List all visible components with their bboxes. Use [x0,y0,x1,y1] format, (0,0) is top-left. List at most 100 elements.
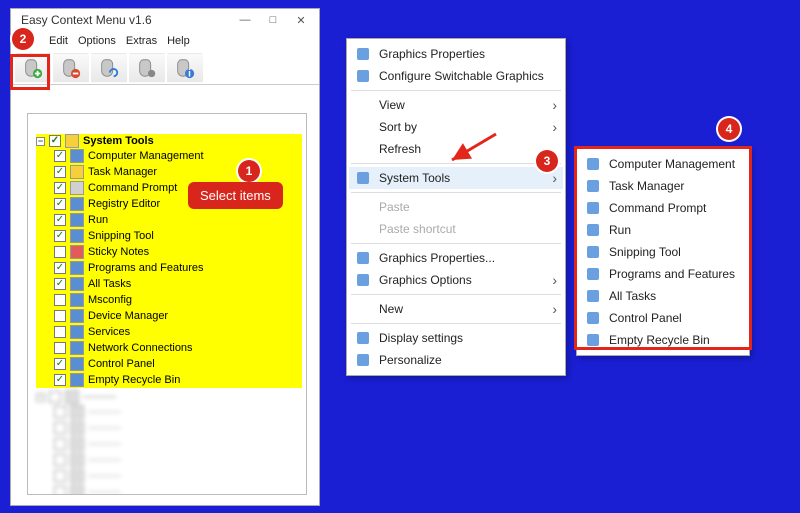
close-button[interactable]: ✕ [287,10,315,30]
item-checkbox[interactable] [54,326,66,338]
submenu-label: Empty Recycle Bin [609,333,741,347]
submenu-icon [585,332,601,348]
item-checkbox[interactable] [54,198,66,210]
ctx-item[interactable]: Configure Switchable Graphics [349,65,563,87]
ctx-item[interactable]: Graphics Properties... [349,247,563,269]
ctx-item[interactable]: Personalize [349,349,563,371]
tree-item-blurred: ——— [54,452,302,468]
item-checkbox[interactable] [54,374,66,386]
toolbar-refresh-button[interactable] [91,53,127,83]
tree-panel[interactable]: − System Tools Computer ManagementTask M… [27,113,307,495]
tree-item[interactable]: Computer Management [54,148,302,164]
ctx-item[interactable]: Display settings [349,327,563,349]
tree-item[interactable]: Network Connections [54,340,302,356]
ctx-item: Paste [349,196,563,218]
tree-item[interactable]: Snipping Tool [54,228,302,244]
item-checkbox[interactable] [54,214,66,226]
submenu-icon [585,200,601,216]
toolbar-apply-button[interactable] [15,53,51,83]
ctx-label: Graphics Properties... [379,251,557,265]
titlebar: Easy Context Menu v1.6 — □ ✕ [11,9,319,31]
tree-item[interactable]: Services [54,324,302,340]
ctx-icon [355,46,371,62]
submenu-item[interactable]: Empty Recycle Bin [579,329,747,351]
menu-edit[interactable]: Edit [49,35,68,47]
item-icon [70,309,84,323]
ctx-label: View [379,98,544,112]
ctx-item[interactable]: View [349,94,563,116]
annotation-tooltip: Select items [188,182,283,209]
submenu-item[interactable]: Computer Management [579,153,747,175]
tree-item[interactable]: Device Manager [54,308,302,324]
item-checkbox[interactable] [54,294,66,306]
item-icon [70,181,84,195]
group-system-tools-head[interactable]: − System Tools [36,134,302,148]
annotation-badge-1: 1 [238,160,260,182]
item-checkbox[interactable] [54,246,66,258]
item-icon [70,325,84,339]
item-label: Sticky Notes [88,246,149,258]
submenu-item[interactable]: All Tasks [579,285,747,307]
item-icon [70,213,84,227]
tree-item[interactable]: Run [54,212,302,228]
submenu-item[interactable]: Control Panel [579,307,747,329]
ctx-item[interactable]: Graphics Properties [349,43,563,65]
submenu-item[interactable]: Programs and Features [579,263,747,285]
submenu-item[interactable]: Snipping Tool [579,241,747,263]
desktop-context-menu: Graphics Properties Configure Switchable … [346,38,566,376]
tree-item[interactable]: Control Panel [54,356,302,372]
item-icon [70,229,84,243]
submenu-item[interactable]: Run [579,219,747,241]
minimize-button[interactable]: — [231,10,259,30]
ctx-icon [355,352,371,368]
tree-item[interactable]: Programs and Features [54,260,302,276]
menu-options[interactable]: Options [78,35,116,47]
ctx-label: Display settings [379,331,557,345]
group-checkbox[interactable] [49,135,61,147]
toolbar-remove-button[interactable] [53,53,89,83]
annotation-badge-3: 3 [536,150,558,172]
tree-item[interactable]: Sticky Notes [54,244,302,260]
ctx-icon [355,97,371,113]
tree-item[interactable]: Task Manager [54,164,302,180]
item-icon [70,245,84,259]
item-checkbox[interactable] [54,166,66,178]
item-checkbox[interactable] [54,278,66,290]
item-label: Command Prompt [88,182,177,194]
item-checkbox[interactable] [54,150,66,162]
submenu-icon [585,310,601,326]
maximize-button[interactable]: □ [259,10,287,30]
menu-help[interactable]: Help [167,35,190,47]
ctx-label: Paste shortcut [379,222,557,236]
item-checkbox[interactable] [54,230,66,242]
item-icon [70,165,84,179]
ctx-item[interactable]: New [349,298,563,320]
submenu-icon [585,244,601,260]
ctx-label: New [379,302,544,316]
item-checkbox[interactable] [54,358,66,370]
item-checkbox[interactable] [54,342,66,354]
item-icon [70,373,84,387]
ctx-label: Graphics Properties [379,47,557,61]
item-label: Device Manager [88,310,168,322]
tree-item[interactable]: Empty Recycle Bin [54,372,302,388]
item-checkbox[interactable] [54,310,66,322]
submenu-item[interactable]: Task Manager [579,175,747,197]
submenu-item[interactable]: Command Prompt [579,197,747,219]
menu-extras[interactable]: Extras [126,35,157,47]
expander-icon[interactable]: − [36,137,45,146]
submenu-label: Programs and Features [609,267,741,281]
item-label: Registry Editor [88,198,160,210]
toolbar-info-button[interactable]: i [167,53,203,83]
tree-item[interactable]: Msconfig [54,292,302,308]
window-title: Easy Context Menu v1.6 [15,13,231,27]
item-checkbox[interactable] [54,182,66,194]
tree-item[interactable]: All Tasks [54,276,302,292]
ctx-icon [355,170,371,186]
item-label: Snipping Tool [88,230,154,242]
item-checkbox[interactable] [54,262,66,274]
ctx-item[interactable]: Graphics Options [349,269,563,291]
submenu-icon [585,178,601,194]
toolbar-settings-button[interactable] [129,53,165,83]
submenu-label: Computer Management [609,157,741,171]
